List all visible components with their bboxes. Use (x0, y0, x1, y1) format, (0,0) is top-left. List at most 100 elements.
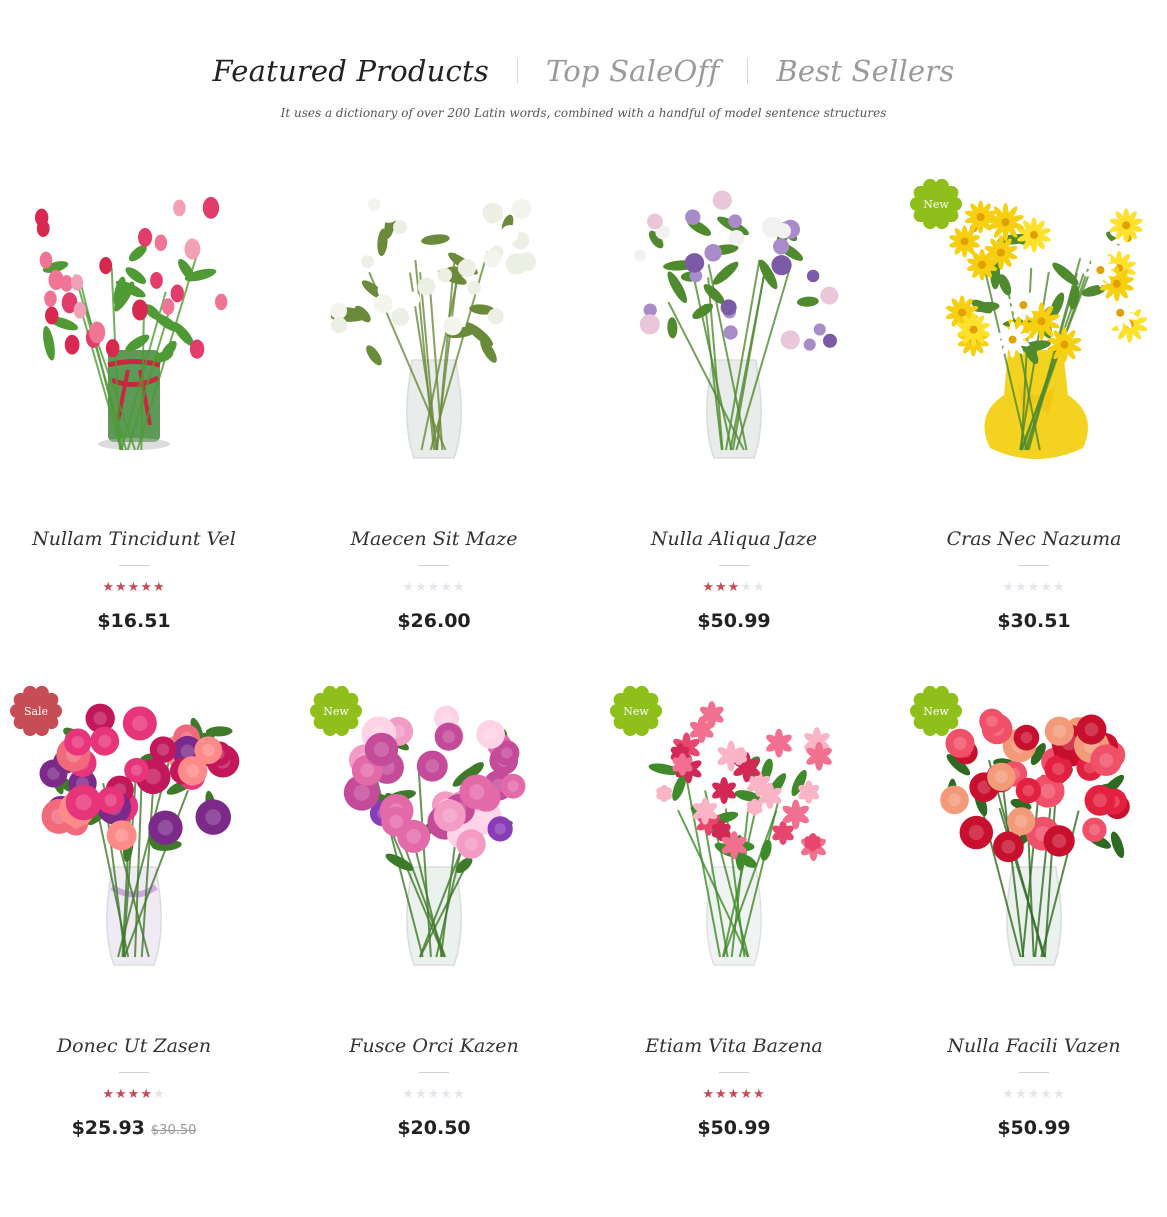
star-rating: ★★★★★ (600, 1086, 868, 1102)
price-row: $50.99 (600, 1117, 868, 1139)
star-filled-icon: ★ (727, 579, 741, 594)
name-divider (719, 565, 749, 566)
tab-top-saleoff[interactable]: Top SaleOff (546, 54, 719, 88)
product-card[interactable]: New Fusce Orci Kazen ★★★★★ $20.50 (300, 675, 600, 1165)
pink-tulip-bouquet-in-vase-image[interactable] (8, 180, 260, 480)
star-filled-icon: ★ (102, 1086, 116, 1101)
new-badge: New (610, 685, 662, 737)
name-divider (119, 565, 149, 566)
star-filled-icon: ★ (702, 1086, 716, 1101)
star-empty-icon: ★ (427, 579, 441, 594)
price-row: $30.51 (900, 610, 1167, 632)
product-card[interactable]: New Etiam Vita Bazena ★★★★★ $50.99 (600, 675, 900, 1165)
star-empty-icon: ★ (415, 579, 428, 594)
star-empty-icon: ★ (1040, 579, 1053, 594)
star-empty-icon: ★ (1002, 1086, 1016, 1101)
star-empty-icon: ★ (1015, 1086, 1028, 1101)
section-subtitle: It uses a dictionary of over 200 Latin w… (280, 106, 887, 120)
star-rating: ★★★★★ (0, 1086, 268, 1102)
lilac-bouquet-in-vase-image[interactable] (608, 180, 860, 480)
product-name[interactable]: Donec Ut Zasen (0, 1035, 268, 1057)
name-divider (1019, 565, 1049, 566)
product-name[interactable]: Nulla Facili Vazen (900, 1035, 1167, 1057)
product-name[interactable]: Maecen Sit Maze (300, 528, 568, 550)
star-filled-icon: ★ (715, 1086, 728, 1101)
product-price: $50.99 (697, 610, 771, 632)
badge-label: New (923, 704, 949, 718)
star-empty-icon: ★ (152, 1086, 166, 1101)
name-divider (1019, 1072, 1049, 1073)
product-card[interactable]: Maecen Sit Maze ★★★★★ $26.00 (300, 168, 600, 658)
price-row: $16.51 (0, 610, 268, 632)
star-rating: ★★★★★ (900, 579, 1167, 595)
product-name[interactable]: Nulla Aliqua Jaze (600, 528, 868, 550)
price-row: $50.99 (600, 610, 868, 632)
star-rating: ★★★★★ (600, 579, 868, 595)
product-price: $50.99 (697, 1117, 771, 1139)
star-rating: ★★★★★ (900, 1086, 1167, 1102)
sale-badge: Sale (10, 685, 62, 737)
star-empty-icon: ★ (415, 1086, 428, 1101)
star-empty-icon: ★ (1015, 579, 1028, 594)
product-card[interactable]: New Cras Nec Nazuma ★★★★★ $30.51 (900, 168, 1167, 658)
product-name[interactable]: Etiam Vita Bazena (600, 1035, 868, 1057)
tab-divider (516, 58, 518, 84)
star-rating: ★★★★★ (300, 1086, 568, 1102)
badge-label: New (323, 704, 349, 718)
name-divider (719, 1072, 749, 1073)
star-empty-icon: ★ (402, 579, 416, 594)
star-filled-icon: ★ (740, 1086, 753, 1101)
price-row: $26.00 (300, 610, 568, 632)
star-empty-icon: ★ (427, 1086, 441, 1101)
price-row: $20.50 (300, 1117, 568, 1139)
badge-label: Sale (23, 704, 49, 718)
star-empty-icon: ★ (452, 1086, 466, 1101)
price-row: $25.93 $30.50 (0, 1117, 268, 1139)
new-badge: New (310, 685, 362, 737)
name-divider (419, 565, 449, 566)
star-filled-icon: ★ (127, 579, 141, 594)
white-blossom-bouquet-in-vase-image[interactable] (308, 180, 560, 480)
star-empty-icon: ★ (402, 1086, 416, 1101)
star-empty-icon: ★ (740, 579, 753, 594)
tab-divider (747, 58, 749, 84)
badge-label: New (623, 704, 649, 718)
product-card[interactable]: Nullam Tincidunt Vel ★★★★★ $16.51 (0, 168, 300, 658)
product-card[interactable]: New Nulla Facili Vazen ★★★★★ $50.99 (900, 675, 1167, 1165)
product-price: $50.99 (997, 1117, 1071, 1139)
product-name[interactable]: Cras Nec Nazuma (900, 528, 1167, 550)
name-divider (119, 1072, 149, 1073)
product-price: $20.50 (397, 1117, 471, 1139)
star-empty-icon: ★ (440, 1086, 453, 1101)
star-filled-icon: ★ (702, 579, 716, 594)
star-filled-icon: ★ (727, 1086, 741, 1101)
star-empty-icon: ★ (1027, 579, 1041, 594)
product-name[interactable]: Nullam Tincidunt Vel (0, 528, 268, 550)
star-empty-icon: ★ (440, 579, 453, 594)
tab-featured-products[interactable]: Featured Products (213, 54, 489, 88)
star-rating: ★★★★★ (300, 579, 568, 595)
product-card[interactable]: Sale Donec Ut Zasen ★★★★★ $25.93 $30.50 (0, 675, 300, 1165)
badge-label: New (923, 197, 949, 211)
price-row: $50.99 (900, 1117, 1167, 1139)
star-rating: ★★★★★ (0, 579, 268, 595)
star-empty-icon: ★ (752, 579, 766, 594)
star-empty-icon: ★ (452, 579, 466, 594)
star-empty-icon: ★ (1027, 1086, 1041, 1101)
star-empty-icon: ★ (1040, 1086, 1053, 1101)
product-name[interactable]: Fusce Orci Kazen (300, 1035, 568, 1057)
star-empty-icon: ★ (1052, 579, 1066, 594)
star-filled-icon: ★ (140, 579, 153, 594)
new-badge: New (910, 178, 962, 230)
star-filled-icon: ★ (102, 579, 116, 594)
star-filled-icon: ★ (140, 1086, 153, 1101)
product-price: $26.00 (397, 610, 471, 632)
product-price: $16.51 (97, 610, 171, 632)
tab-best-sellers[interactable]: Best Sellers (776, 54, 954, 88)
product-tabs: Featured Products Top SaleOff Best Selle… (0, 54, 1167, 88)
star-empty-icon: ★ (1052, 1086, 1066, 1101)
product-card[interactable]: Nulla Aliqua Jaze ★★★★★ $50.99 (600, 168, 900, 658)
new-badge: New (910, 685, 962, 737)
star-filled-icon: ★ (715, 579, 728, 594)
star-filled-icon: ★ (752, 1086, 766, 1101)
